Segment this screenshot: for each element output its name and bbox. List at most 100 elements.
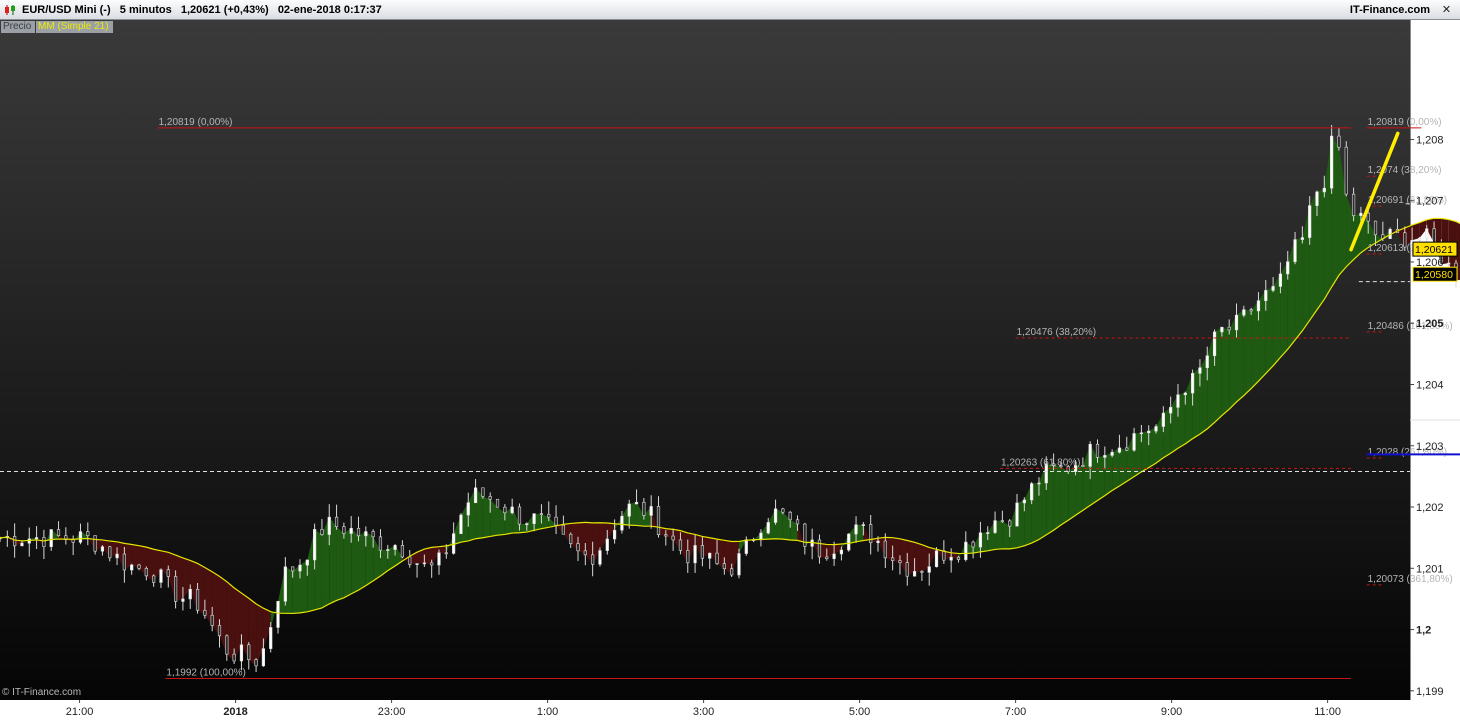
ma-cloud-segment bbox=[1221, 327, 1230, 416]
candle-body bbox=[1286, 261, 1290, 275]
ma-cloud-segment bbox=[1141, 431, 1149, 472]
candle-body bbox=[949, 556, 953, 561]
candle-body bbox=[1330, 135, 1334, 189]
candle-body bbox=[1315, 191, 1319, 206]
candle-body bbox=[195, 588, 200, 611]
candle-body bbox=[1256, 300, 1261, 312]
price-tag-label: 1,20621 bbox=[1415, 244, 1453, 256]
app-candlestick-icon bbox=[5, 5, 15, 15]
candle-body bbox=[920, 571, 924, 573]
candle-body bbox=[1432, 228, 1436, 244]
candle-body bbox=[1176, 394, 1180, 408]
window-title-bar: EUR/USD Mini (-) 5 minutos 1,20621 (+0,4… bbox=[0, 0, 1460, 20]
y-tick-label: 1,2 bbox=[1416, 625, 1431, 637]
candle-body bbox=[203, 609, 207, 616]
brand-label: IT-Finance.com bbox=[1349, 4, 1430, 16]
ma-cloud-segment bbox=[365, 531, 374, 586]
ma-cloud-segment bbox=[351, 528, 359, 594]
candle-body bbox=[1132, 433, 1136, 451]
candle-body bbox=[1293, 239, 1297, 263]
candle-body bbox=[1212, 331, 1217, 357]
candle-body bbox=[1278, 273, 1283, 287]
candle-body bbox=[313, 529, 317, 561]
candle-body bbox=[1425, 228, 1429, 239]
candle-body bbox=[1198, 367, 1202, 374]
candle-body bbox=[1081, 465, 1085, 467]
candle-body bbox=[569, 533, 573, 544]
candle-body bbox=[1264, 290, 1268, 302]
close-icon[interactable]: ✕ bbox=[1439, 3, 1454, 16]
y-tick-label: 1,201 bbox=[1416, 563, 1444, 575]
candle-body bbox=[1234, 314, 1239, 331]
candle-body bbox=[393, 545, 397, 550]
candle-body bbox=[1373, 220, 1378, 236]
candle-body bbox=[78, 531, 83, 543]
candle-body bbox=[876, 540, 880, 544]
copyright-text: © IT-Finance.com bbox=[2, 687, 82, 698]
y-tick-label: 1,203 bbox=[1416, 441, 1444, 453]
candle-body bbox=[122, 553, 126, 571]
candle-body bbox=[181, 598, 185, 602]
candle-body bbox=[971, 541, 975, 548]
candle-body bbox=[912, 571, 917, 577]
candle-body bbox=[371, 531, 375, 538]
candle-body bbox=[700, 545, 704, 559]
ma-cloud-segment bbox=[914, 542, 922, 573]
candle-body bbox=[481, 487, 485, 497]
ma-cloud-segment bbox=[358, 531, 366, 591]
candle-body bbox=[444, 552, 448, 555]
candle-body bbox=[1242, 309, 1246, 316]
candle-body bbox=[1117, 447, 1122, 453]
candle-body bbox=[269, 627, 273, 649]
candle-body bbox=[34, 537, 39, 540]
candle-body bbox=[517, 506, 522, 525]
candle-body bbox=[232, 653, 236, 662]
candle-body bbox=[664, 534, 668, 537]
candle-body bbox=[905, 562, 909, 577]
candle-body bbox=[788, 511, 792, 521]
candle-body bbox=[49, 529, 53, 547]
price-chart[interactable]: 1,20819 (0,00%) 1,20476 (38,20%) 1,20263 (… bbox=[0, 20, 1460, 720]
candle-body bbox=[773, 508, 778, 523]
legend-price-label[interactable]: Precio bbox=[1, 21, 35, 33]
candle-body bbox=[576, 543, 580, 552]
ma-cloud-segment bbox=[336, 526, 344, 601]
candle-body bbox=[144, 568, 148, 577]
y-tick-label: 1,207 bbox=[1416, 196, 1444, 208]
candle-body bbox=[239, 644, 244, 662]
candle-body bbox=[217, 625, 222, 637]
candle-body bbox=[620, 515, 624, 531]
candle-body bbox=[152, 575, 156, 583]
candle-body bbox=[547, 513, 551, 518]
candle-body bbox=[86, 531, 90, 536]
candle-body bbox=[459, 514, 463, 535]
candle-body bbox=[1095, 443, 1100, 458]
candle-body bbox=[130, 564, 134, 571]
candle-body bbox=[1103, 455, 1107, 458]
candle-body bbox=[254, 659, 258, 667]
candle-body bbox=[1088, 443, 1092, 467]
candle-body bbox=[386, 549, 390, 551]
candle-body bbox=[715, 552, 719, 564]
candle-body bbox=[137, 564, 141, 569]
ma-cloud-segment bbox=[1119, 447, 1127, 487]
candle-body bbox=[649, 506, 653, 516]
candle-body bbox=[291, 566, 295, 572]
candle-body bbox=[1344, 146, 1348, 195]
candle-body bbox=[430, 562, 434, 566]
candle-body bbox=[598, 550, 602, 565]
legend-ma-label[interactable]: MM (Simple 21) bbox=[36, 21, 113, 33]
candle-body bbox=[671, 535, 675, 541]
candle-body bbox=[1271, 286, 1275, 291]
candle-body bbox=[173, 576, 178, 602]
x-axis-panel bbox=[0, 700, 1460, 720]
candle-body bbox=[1030, 483, 1034, 501]
candle-body bbox=[1359, 212, 1363, 217]
y-tick-label: 1,205 bbox=[1416, 318, 1444, 330]
ma-cloud-segment bbox=[1251, 300, 1259, 389]
candle-body bbox=[803, 523, 807, 547]
candle-body bbox=[437, 552, 441, 566]
candle-body bbox=[1417, 237, 1422, 241]
candle-body bbox=[1008, 520, 1012, 527]
candle-body bbox=[188, 588, 192, 600]
